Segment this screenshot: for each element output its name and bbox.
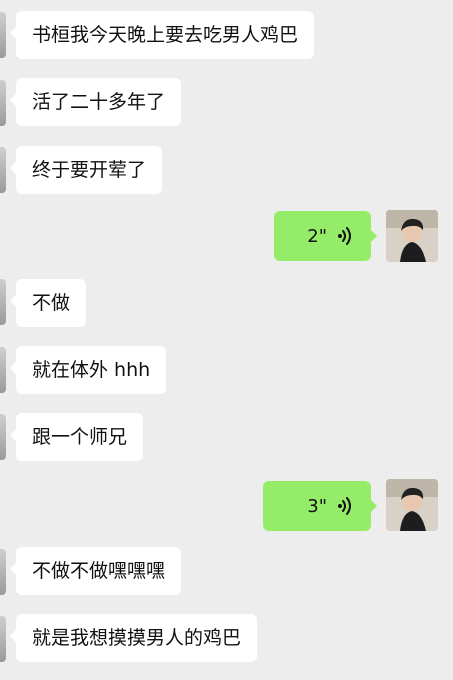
incoming-message-bubble[interactable]: 不做不做嘿嘿嘿 (9, 547, 182, 595)
message-text: 不做不做嘿嘿嘿 (32, 560, 166, 582)
voice-wave-icon (338, 227, 351, 245)
sender-avatar-edge[interactable] (0, 147, 6, 193)
voice-duration: 2" (307, 225, 327, 247)
incoming-message-bubble[interactable]: 就是我想摸摸男人的鸡巴 (9, 614, 258, 662)
voice-duration: 3" (307, 495, 327, 517)
incoming-message-bubble[interactable]: 书桓我今天晚上要去吃男人鸡巴 (9, 11, 315, 59)
sender-avatar-edge[interactable] (0, 616, 6, 662)
my-avatar[interactable] (386, 210, 438, 262)
outgoing-voice-message[interactable]: 3" (263, 481, 377, 531)
my-avatar[interactable] (386, 479, 438, 531)
message-text: 跟一个师兄 (32, 426, 128, 448)
sender-avatar-edge[interactable] (0, 347, 6, 393)
message-text: 终于要开荤了 (32, 159, 147, 181)
incoming-message-bubble[interactable]: 跟一个师兄 (9, 413, 144, 461)
sender-avatar-edge[interactable] (0, 414, 6, 460)
message-text: 活了二十多年了 (32, 91, 166, 113)
incoming-message-bubble[interactable]: 就在体外 hhh (9, 346, 167, 394)
incoming-message-bubble[interactable]: 活了二十多年了 (9, 78, 182, 126)
sender-avatar-edge[interactable] (0, 80, 6, 126)
message-text: 就在体外 hhh (32, 359, 151, 381)
voice-wave-icon (338, 497, 351, 515)
sender-avatar-edge[interactable] (0, 549, 6, 595)
message-text: 书桓我今天晚上要去吃男人鸡巴 (32, 24, 299, 46)
avatar-image (386, 479, 438, 531)
outgoing-voice-message[interactable]: 2" (274, 211, 377, 261)
avatar-image (386, 210, 438, 262)
message-text: 不做 (32, 292, 71, 314)
incoming-message-bubble[interactable]: 终于要开荤了 (9, 146, 163, 194)
sender-avatar-edge[interactable] (0, 12, 6, 58)
message-text: 就是我想摸摸男人的鸡巴 (32, 627, 242, 649)
incoming-message-bubble[interactable]: 不做 (9, 279, 87, 327)
sender-avatar-edge[interactable] (0, 279, 6, 325)
